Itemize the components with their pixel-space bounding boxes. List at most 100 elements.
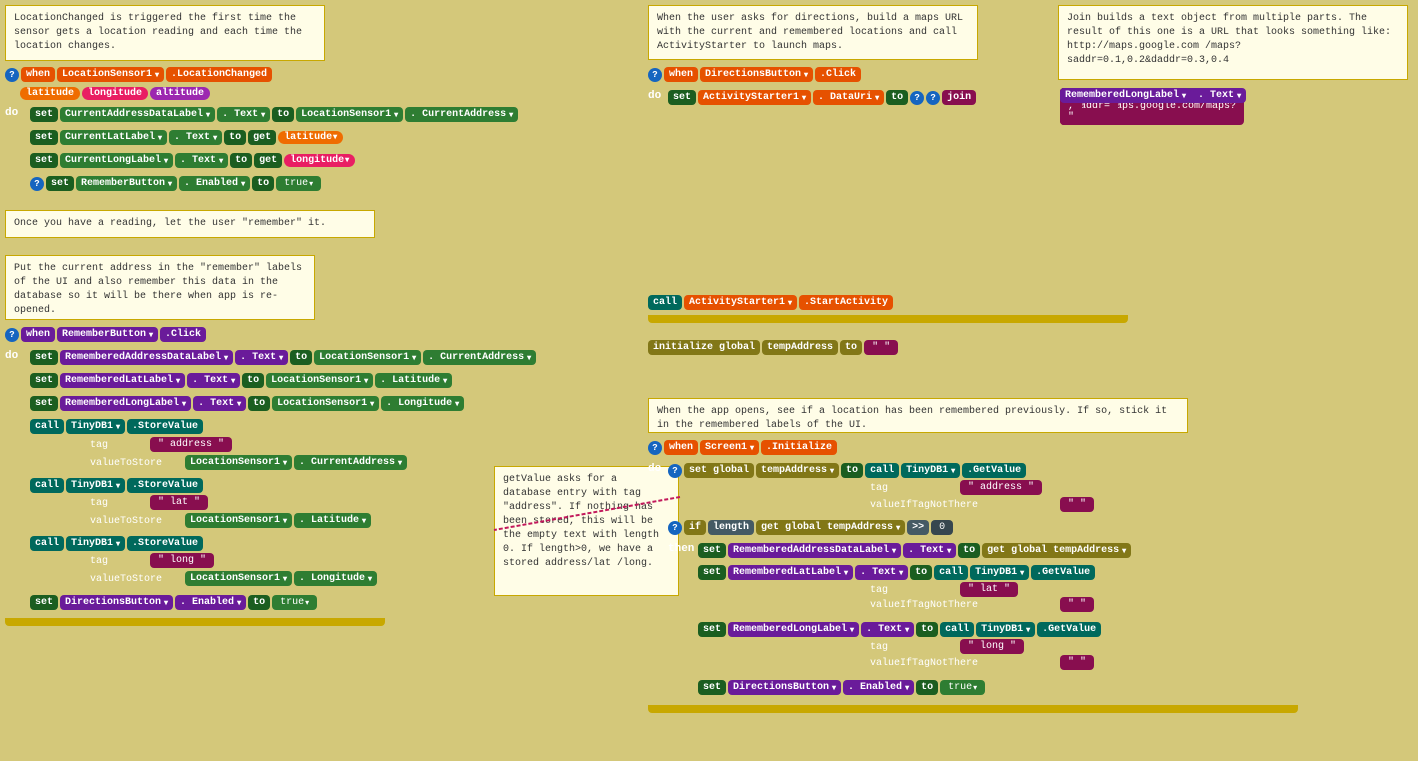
init-event[interactable]: .Initialize: [761, 440, 837, 455]
help-badge-8[interactable]: ?: [668, 464, 682, 478]
set-global-temp-row[interactable]: ? set global tempAddress▾ to call TinyDB…: [668, 463, 1026, 478]
location-changed-block[interactable]: .LocationChanged: [166, 67, 272, 82]
tinydb-1[interactable]: TinyDB1▾: [66, 419, 125, 434]
get-value-1[interactable]: .GetValue: [962, 463, 1026, 478]
rem-long-label-j[interactable]: RememberedLongLabel▾: [1060, 88, 1191, 103]
text-prop-1[interactable]: . Text▾: [217, 107, 270, 122]
set-activity-uri-row[interactable]: set ActivityStarter1▾ . DataUri▾ to ? ? …: [668, 90, 976, 105]
location-sensor-block[interactable]: LocationSensor1▾: [57, 67, 164, 82]
remember-button-1[interactable]: RememberButton▾: [76, 176, 177, 191]
help-badge-1[interactable]: ?: [5, 68, 19, 82]
loc-sensor-7[interactable]: LocationSensor1▾: [185, 571, 292, 586]
temp-addr-var-2[interactable]: tempAddress▾: [756, 463, 839, 478]
set-rem-addr-row[interactable]: set RememberedAddressDataLabel▾ . Text▾ …: [30, 350, 536, 365]
call-store-lat[interactable]: call TinyDB1▾ .StoreValue: [30, 478, 203, 493]
text-prop-j4[interactable]: . Text▾: [1193, 88, 1246, 103]
length-fn[interactable]: length: [708, 520, 754, 535]
get-value-2[interactable]: .GetValue: [1031, 565, 1095, 580]
set-remember-enabled-row[interactable]: ? set RememberButton▾ . Enabled▾ to true…: [30, 176, 321, 191]
store-value-1[interactable]: .StoreValue: [127, 419, 203, 434]
curr-addr-3[interactable]: . CurrentAddress▾: [294, 455, 407, 470]
dir-button[interactable]: DirectionsButton▾: [60, 595, 173, 610]
text-prop-3[interactable]: . Text▾: [175, 153, 228, 168]
start-activity[interactable]: .StartActivity: [799, 295, 893, 310]
set-rem-addr-then[interactable]: set RememberedAddressDataLabel▾ . Text▾ …: [698, 543, 1131, 558]
dir-button-2[interactable]: DirectionsButton▾: [728, 680, 841, 695]
screen-init-event[interactable]: ? when Screen1▾ .Initialize: [648, 440, 837, 455]
text-prop-5[interactable]: . Text▾: [187, 373, 240, 388]
enabled-prop-1[interactable]: . Enabled▾: [179, 176, 250, 191]
current-long-label[interactable]: CurrentLongLabel▾: [60, 153, 173, 168]
help-badge-6[interactable]: ?: [926, 91, 940, 105]
remember-button-event[interactable]: RememberButton▾: [57, 327, 158, 342]
set-rem-long-row[interactable]: set RememberedLongLabel▾ . Text▾ to Loca…: [30, 396, 464, 411]
text-prop-7[interactable]: . Text▾: [903, 543, 956, 558]
help-badge-9[interactable]: ?: [668, 521, 682, 535]
directions-click-event[interactable]: ? when DirectionsButton▾ .Click: [648, 67, 861, 82]
if-row[interactable]: ? if length get global tempAddress▾ >> 0: [668, 520, 953, 535]
text-prop-2[interactable]: . Text▾: [169, 130, 222, 145]
latitude-pill[interactable]: latitude▾: [278, 131, 343, 144]
set-long-row[interactable]: set CurrentLongLabel▾ . Text▾ to get lon…: [30, 153, 355, 168]
curr-addr-prop-2[interactable]: . CurrentAddress▾: [423, 350, 536, 365]
get-global-temp-2[interactable]: get global tempAddress▾: [982, 543, 1131, 558]
current-lat-label[interactable]: CurrentLatLabel▾: [60, 130, 167, 145]
store-value-3[interactable]: .StoreValue: [127, 536, 203, 551]
current-address-prop[interactable]: . CurrentAddress▾: [405, 107, 518, 122]
lat-prop[interactable]: . Latitude▾: [294, 513, 371, 528]
init-global-row[interactable]: initialize global tempAddress to " ": [648, 340, 898, 355]
help-badge-3[interactable]: ?: [5, 328, 19, 342]
set-dir-enabled-row[interactable]: set DirectionsButton▾ . Enabled▾ to true…: [30, 595, 317, 610]
click-event[interactable]: .Click: [160, 327, 206, 342]
set-rem-long-then[interactable]: set RememberedLongLabel▾ . Text▾ to call…: [698, 622, 1101, 637]
tinydb-4[interactable]: TinyDB1▾: [901, 463, 960, 478]
click-event-2[interactable]: .Click: [815, 67, 861, 82]
activity-starter-1[interactable]: ActivityStarter1▾: [698, 90, 811, 105]
help-badge-5[interactable]: ?: [910, 91, 924, 105]
temp-address-var[interactable]: tempAddress: [762, 340, 838, 355]
screen1-block[interactable]: Screen1▾: [700, 440, 759, 455]
call-store-address[interactable]: call TinyDB1▾ .StoreValue: [30, 419, 203, 434]
longitude-prop[interactable]: . Longitude▾: [381, 396, 464, 411]
enabled-prop-2[interactable]: . Enabled▾: [175, 595, 246, 610]
join-rem-long[interactable]: RememberedLongLabel▾ . Text▾: [1060, 88, 1246, 103]
set-rem-lat-then[interactable]: set RememberedLatLabel▾ . Text▾ to call …: [698, 565, 1095, 580]
join-block[interactable]: join: [942, 90, 976, 105]
remember-click-event[interactable]: ? when RememberButton▾ .Click: [5, 327, 206, 342]
activity-starter-2[interactable]: ActivityStarter1▾: [684, 295, 797, 310]
call-store-long[interactable]: call TinyDB1▾ .StoreValue: [30, 536, 203, 551]
set-current-address-row[interactable]: set CurrentAddressDataLabel▾ . Text▾ to …: [30, 107, 518, 122]
loc-sensor-3[interactable]: LocationSensor1▾: [266, 373, 373, 388]
help-badge-4[interactable]: ?: [648, 68, 662, 82]
rem-long-label[interactable]: RememberedLongLabel▾: [60, 396, 191, 411]
store-value-2[interactable]: .StoreValue: [127, 478, 203, 493]
tinydb-5[interactable]: TinyDB1▾: [970, 565, 1029, 580]
value-lat-row[interactable]: LocationSensor1▾ . Latitude▾: [185, 513, 371, 528]
current-address-label[interactable]: CurrentAddressDataLabel▾: [60, 107, 215, 122]
loc-sensor-6[interactable]: LocationSensor1▾: [185, 513, 292, 528]
latitude-prop[interactable]: . Latitude▾: [375, 373, 452, 388]
help-badge-7[interactable]: ?: [648, 441, 662, 455]
tinydb-2[interactable]: TinyDB1▾: [66, 478, 125, 493]
call-start-activity[interactable]: call ActivityStarter1▾ .StartActivity: [648, 295, 893, 310]
text-prop-6[interactable]: . Text▾: [193, 396, 246, 411]
set-dir-enabled-then[interactable]: set DirectionsButton▾ . Enabled▾ to true…: [698, 680, 985, 695]
rem-lat-label-2[interactable]: RememberedLatLabel▾: [728, 565, 853, 580]
help-badge-2[interactable]: ?: [30, 177, 44, 191]
text-prop-4[interactable]: . Text▾: [235, 350, 288, 365]
tinydb-3[interactable]: TinyDB1▾: [66, 536, 125, 551]
rem-addr-label-2[interactable]: RememberedAddressDataLabel▾: [728, 543, 901, 558]
tinydb-6[interactable]: TinyDB1▾: [976, 622, 1035, 637]
data-uri-prop[interactable]: . DataUri▾: [813, 90, 884, 105]
long-prop[interactable]: . Longitude▾: [294, 571, 377, 586]
set-lat-row[interactable]: set CurrentLatLabel▾ . Text▾ to get lati…: [30, 130, 343, 145]
loc-sensor-2[interactable]: LocationSensor1▾: [314, 350, 421, 365]
enabled-prop-3[interactable]: . Enabled▾: [843, 680, 914, 695]
rem-addr-label[interactable]: RememberedAddressDataLabel▾: [60, 350, 233, 365]
rem-lat-label[interactable]: RememberedLatLabel▾: [60, 373, 185, 388]
loc-sensor-1[interactable]: LocationSensor1▾: [296, 107, 403, 122]
text-prop-8[interactable]: . Text▾: [855, 565, 908, 580]
dir-button-event[interactable]: DirectionsButton▾: [700, 67, 813, 82]
text-prop-9[interactable]: . Text▾: [861, 622, 914, 637]
set-rem-lat-row[interactable]: set RememberedLatLabel▾ . Text▾ to Locat…: [30, 373, 452, 388]
